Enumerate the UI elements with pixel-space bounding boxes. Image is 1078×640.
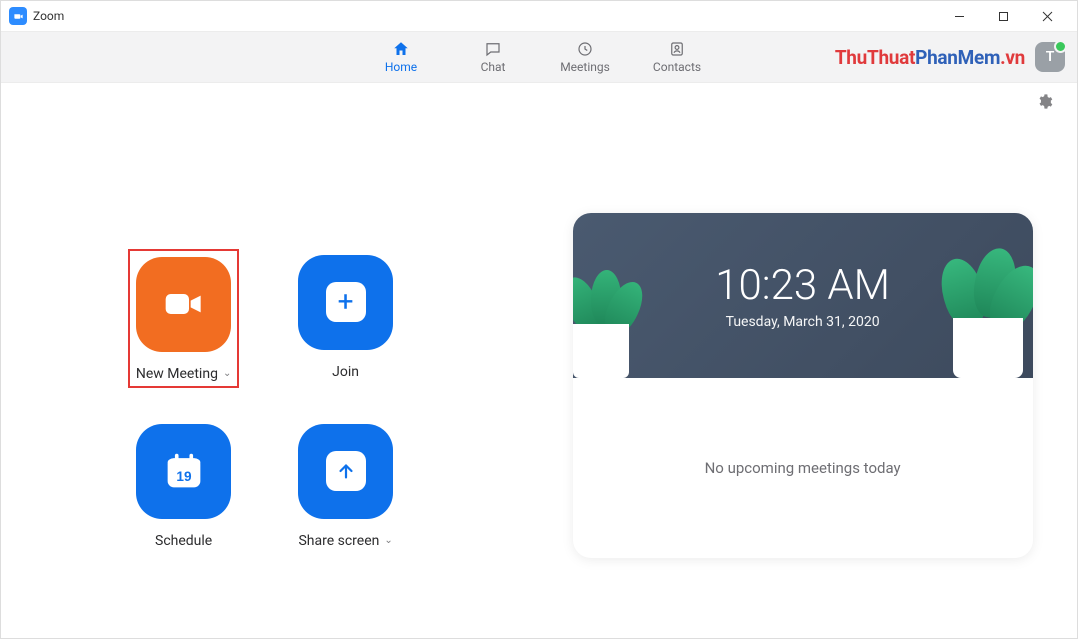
minimize-button[interactable] [937, 1, 981, 31]
action-label: Schedule [155, 533, 212, 549]
contacts-icon [667, 40, 687, 58]
action-label: Join [332, 364, 359, 380]
watermark-text: ThuThuatPhanMem.vn [835, 46, 1025, 69]
arrow-up-icon [326, 451, 366, 491]
avatar-initial: T [1046, 49, 1055, 65]
pot-decoration-left [573, 324, 629, 378]
upcoming-meetings: No upcoming meetings today [573, 378, 1033, 558]
join-button[interactable]: + [298, 255, 393, 350]
tab-label: Meetings [560, 60, 610, 74]
new-meeting-label-row[interactable]: New Meeting ⌄ [136, 366, 231, 382]
top-toolbar: Home Chat Meetings Contacts ThuThuatPhan… [1, 31, 1077, 83]
clock-icon [575, 40, 595, 58]
pot-decoration-right [953, 318, 1023, 378]
tab-label: Home [385, 60, 417, 74]
svg-text:19: 19 [176, 469, 192, 484]
clock-header: 10:23 AM Tuesday, March 31, 2020 [573, 213, 1033, 378]
maximize-button[interactable] [981, 1, 1025, 31]
no-meetings-text: No upcoming meetings today [705, 459, 901, 477]
settings-button[interactable] [1036, 93, 1053, 114]
profile-avatar[interactable]: T [1035, 42, 1065, 72]
video-icon [164, 290, 204, 318]
tab-home[interactable]: Home [373, 40, 429, 74]
new-meeting-button[interactable] [136, 257, 231, 352]
calendar-icon: 19 [164, 451, 204, 491]
chevron-down-icon: ⌄ [223, 368, 231, 379]
clock-date: Tuesday, March 31, 2020 [726, 314, 880, 330]
action-label: Share screen [298, 533, 379, 549]
zoom-app-icon [9, 7, 27, 25]
home-icon [391, 40, 411, 58]
share-screen-button[interactable] [298, 424, 393, 519]
window-title: Zoom [33, 9, 64, 23]
tab-contacts[interactable]: Contacts [649, 40, 705, 74]
main-content: New Meeting ⌄ + Join [1, 123, 1077, 640]
action-label: New Meeting [136, 366, 218, 382]
tab-label: Chat [481, 60, 506, 74]
chevron-down-icon: ⌄ [384, 535, 392, 546]
close-button[interactable] [1025, 1, 1069, 31]
schedule-button[interactable]: 19 [136, 424, 231, 519]
actions-panel: New Meeting ⌄ + Join [1, 123, 528, 640]
clock-card: 10:23 AM Tuesday, March 31, 2020 No upco… [573, 213, 1033, 558]
clock-time: 10:23 AM [715, 261, 890, 310]
titlebar: Zoom [1, 1, 1077, 31]
window-controls [937, 1, 1069, 31]
tab-chat[interactable]: Chat [465, 40, 521, 74]
tab-label: Contacts [653, 60, 701, 74]
gear-icon [1036, 93, 1053, 110]
tab-meetings[interactable]: Meetings [557, 40, 613, 74]
share-screen-label-row[interactable]: Share screen ⌄ [298, 533, 392, 549]
plus-icon: + [326, 282, 366, 322]
chat-icon [483, 40, 503, 58]
new-meeting-highlight: New Meeting ⌄ [128, 249, 239, 388]
info-panel: 10:23 AM Tuesday, March 31, 2020 No upco… [528, 123, 1077, 640]
